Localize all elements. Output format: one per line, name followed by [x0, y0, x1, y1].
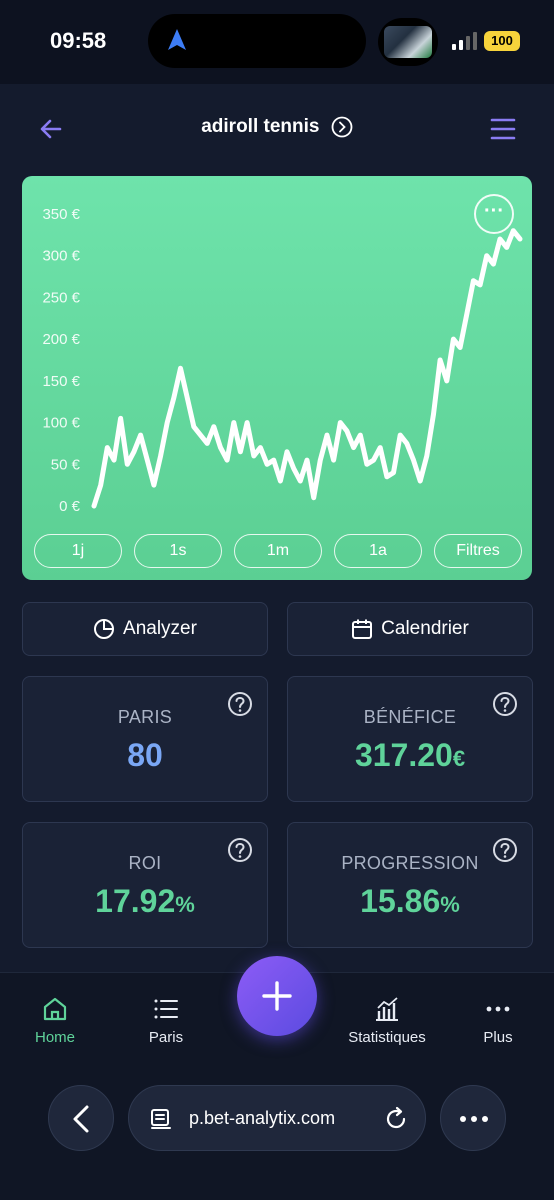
y-tick-label: 250 € — [42, 289, 80, 306]
stat-label: PROGRESSION — [341, 853, 479, 873]
battery-indicator: 100 — [484, 31, 520, 51]
chevron-right-circle-icon — [331, 116, 353, 138]
nav-label: Plus — [483, 1029, 513, 1046]
y-tick-label: 200 € — [42, 331, 80, 348]
y-tick-label: 0 € — [59, 498, 81, 515]
y-tick-label: 350 € — [42, 206, 80, 223]
profit-line-chart: 350 € 300 € 250 € 200 € 150 € 100 € 50 € 0 € — [42, 206, 523, 515]
address-bar[interactable]: p.bet-analytix.com — [128, 1085, 426, 1151]
page-title-text: adiroll tennis — [201, 116, 320, 138]
y-tick-label: 300 € — [42, 248, 80, 265]
chevron-left-icon — [73, 1105, 89, 1133]
stat-card-paris: PARIS 80 — [22, 676, 268, 802]
stat-label: ROI — [128, 853, 162, 873]
analyzer-button[interactable]: Analyzer — [22, 602, 268, 656]
status-bar: 09:58 100 — [0, 0, 554, 84]
stat-unit: € — [452, 746, 466, 771]
stat-number: 317.20 — [354, 737, 453, 773]
stat-card-benefice: BÉNÉFICE 317.20€ — [287, 676, 533, 802]
range-1s-button[interactable]: 1s — [134, 534, 222, 568]
stat-value: 80 — [23, 737, 267, 774]
y-tick-label: 50 € — [51, 456, 81, 473]
nav-item-paris[interactable]: Paris — [111, 995, 221, 1046]
nav-label: Home — [34, 1029, 75, 1046]
page-title[interactable]: adiroll tennis — [0, 116, 554, 138]
stat-label: PARIS — [117, 707, 173, 727]
profit-series-line — [91, 228, 523, 509]
calendar-icon — [352, 619, 373, 639]
calendar-button[interactable]: Calendrier — [287, 602, 533, 656]
range-1j-button[interactable]: 1j — [34, 534, 122, 568]
stat-value: 17.92% — [23, 883, 267, 920]
status-time: 09:58 — [50, 28, 107, 53]
y-tick-label: 100 € — [42, 415, 80, 432]
page-header: adiroll tennis — [0, 100, 554, 156]
stat-number: 15.86 — [360, 883, 441, 919]
nav-item-home[interactable]: Home — [0, 995, 110, 1046]
navigation-arrow-icon — [168, 29, 186, 50]
range-1a-button[interactable]: 1a — [334, 534, 422, 568]
stat-unit: % — [440, 892, 460, 917]
stat-number: 80 — [127, 737, 163, 773]
more-horizontal-icon — [486, 1006, 510, 1012]
stat-label: BÉNÉFICE — [363, 707, 457, 727]
add-bet-button[interactable] — [237, 956, 317, 1036]
reload-icon[interactable] — [383, 1106, 409, 1132]
chart-more-button[interactable]: ··· — [474, 194, 514, 234]
profit-chart-card: 350 € 300 € 250 € 200 € 150 € 100 € 50 € 0 € ··… — [22, 176, 532, 580]
dynamic-island — [148, 14, 366, 68]
calendar-label: Calendrier — [381, 618, 469, 639]
pie-chart-icon — [94, 619, 115, 639]
cellular-signal-icon — [452, 32, 477, 50]
y-tick-label: 150 € — [42, 373, 80, 390]
nav-item-plus[interactable]: Plus — [443, 995, 553, 1046]
more-horizontal-icon — [460, 1116, 488, 1122]
reader-mode-icon — [151, 1109, 171, 1129]
range-1m-button[interactable]: 1m — [234, 534, 322, 568]
analyzer-label: Analyzer — [123, 618, 197, 639]
stat-value: 15.86% — [288, 883, 532, 920]
browser-back-button[interactable] — [48, 1085, 114, 1151]
nav-label: Statistiques — [348, 1029, 426, 1046]
stat-value: 317.20€ — [288, 737, 532, 774]
nav-label: Paris — [148, 1029, 184, 1046]
hamburger-menu-icon[interactable] — [490, 116, 516, 142]
bar-chart-icon — [376, 997, 398, 1021]
stat-card-progression: PROGRESSION 15.86% — [287, 822, 533, 948]
nav-item-statistiques[interactable]: Statistiques — [332, 995, 442, 1046]
filters-button[interactable]: Filtres — [434, 534, 522, 568]
home-icon — [43, 997, 67, 1021]
stat-unit: % — [175, 892, 195, 917]
plus-icon — [262, 981, 292, 1011]
url-text: p.bet-analytix.com — [189, 1108, 336, 1128]
stat-number: 17.92 — [95, 883, 176, 919]
live-activity-thumbnail — [378, 18, 438, 66]
browser-more-button[interactable] — [440, 1085, 506, 1151]
stat-card-roi: ROI 17.92% — [22, 822, 268, 948]
range-selector: 1j 1s 1m 1a Filtres — [34, 534, 522, 568]
list-icon — [154, 999, 178, 1019]
